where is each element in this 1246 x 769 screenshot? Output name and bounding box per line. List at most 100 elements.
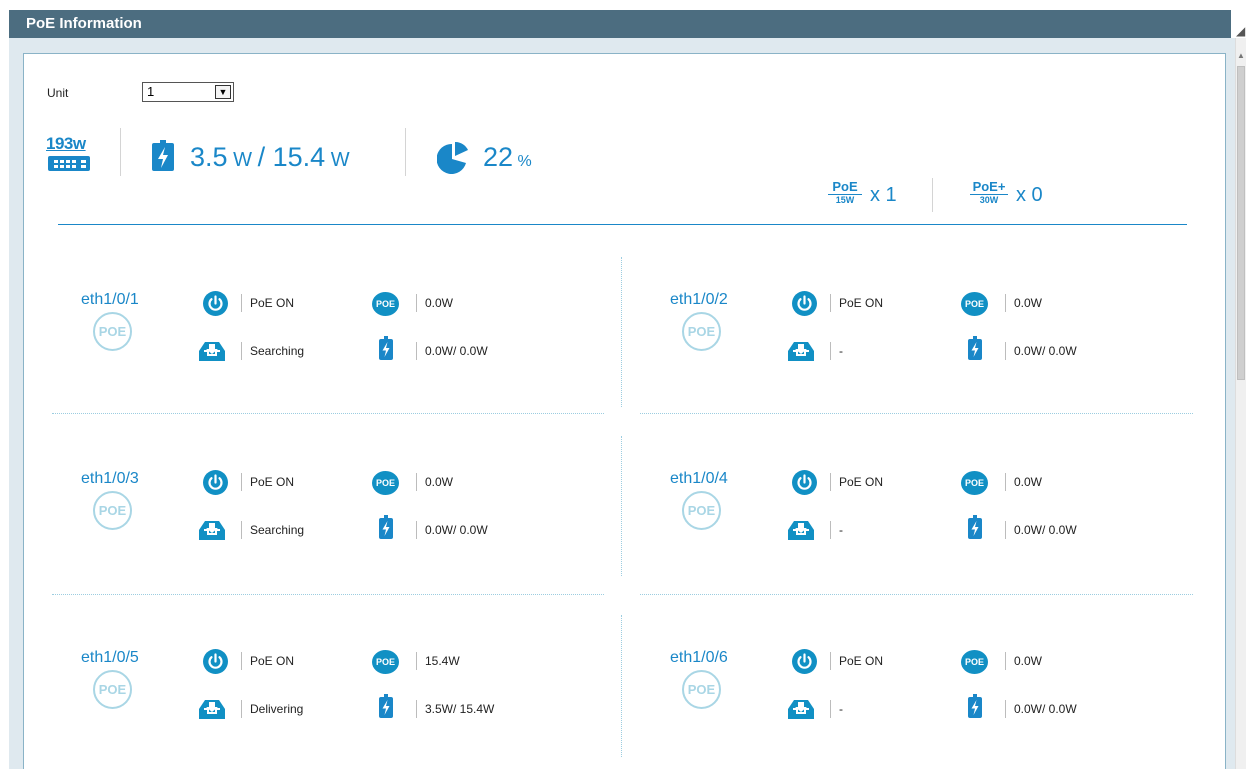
poeplus-class-count: x 0 xyxy=(1016,184,1043,206)
port-name: eth1/0/4 xyxy=(670,470,728,487)
port-card: eth1/0/5 POE PoE ON Delivering POE 15.4W… xyxy=(81,649,621,749)
port-status: PoE ON xyxy=(830,652,883,670)
poe-class-icon: PoE 15W xyxy=(828,180,862,206)
port-divider xyxy=(52,413,604,414)
poe-icon: POE xyxy=(961,292,988,316)
poe-ring-icon: POE xyxy=(93,670,132,709)
battery-icon xyxy=(968,515,982,539)
port-class-power: 0.0W xyxy=(416,473,453,491)
port-name: eth1/0/6 xyxy=(670,649,728,666)
power-separator: / xyxy=(257,142,266,172)
battery-icon xyxy=(379,515,393,539)
port-power-usage: 0.0W/ 0.0W xyxy=(1005,521,1077,539)
port-card: eth1/0/2 POE PoE ON - POE 0.0W 0.0W/ 0.0… xyxy=(670,291,1210,391)
port-name: eth1/0/5 xyxy=(81,649,139,666)
scroll-up-arrow-icon[interactable]: ▲ xyxy=(1237,52,1245,60)
percent-sign: % xyxy=(517,153,532,170)
resize-corner-icon[interactable]: ◢ xyxy=(1236,24,1246,38)
port-power-usage: 0.0W/ 0.0W xyxy=(1005,342,1077,360)
summary-divider xyxy=(58,224,1187,225)
power-icon xyxy=(203,649,228,674)
download-icon xyxy=(199,342,225,361)
port-divider xyxy=(621,436,622,576)
poe-icon: POE xyxy=(961,471,988,495)
port-card: eth1/0/3 POE PoE ON Searching POE 0.0W 0… xyxy=(81,470,621,570)
port-card: eth1/0/6 POE PoE ON - POE 0.0W 0.0W/ 0.0… xyxy=(670,649,1210,749)
usage-percent: 22 % xyxy=(483,142,532,173)
battery-icon xyxy=(379,336,393,360)
budget-value: 193w xyxy=(46,134,86,153)
port-status: PoE ON xyxy=(830,294,883,312)
poe-class-bottom: 15W xyxy=(835,195,855,205)
scroll-thumb[interactable] xyxy=(1237,66,1245,380)
port-status: PoE ON xyxy=(241,473,294,491)
port-name: eth1/0/2 xyxy=(670,291,728,308)
power-icon xyxy=(792,291,817,316)
divider xyxy=(120,128,121,176)
poe-ring-icon: POE xyxy=(93,312,132,351)
port-status: PoE ON xyxy=(241,652,294,670)
power-unit: W xyxy=(233,149,252,171)
power-total: 15.4 xyxy=(272,142,326,172)
port-status: PoE ON xyxy=(241,294,294,312)
usage-percent-value: 22 xyxy=(483,142,514,172)
port-detect-status: - xyxy=(830,700,843,718)
poe-ring-icon: POE xyxy=(93,491,132,530)
port-divider xyxy=(640,413,1193,414)
poe-icon: POE xyxy=(961,650,988,674)
poeplus-class-top: PoE+ xyxy=(970,180,1008,195)
divider xyxy=(932,178,933,212)
port-class-power: 0.0W xyxy=(1005,473,1042,491)
power-icon xyxy=(203,291,228,316)
port-card: eth1/0/4 POE PoE ON - POE 0.0W 0.0W/ 0.0… xyxy=(670,470,1210,570)
power-icon xyxy=(792,470,817,495)
battery-icon xyxy=(968,336,982,360)
unit-select-value: 1 xyxy=(147,84,155,99)
port-detect-status: - xyxy=(830,342,843,360)
port-divider xyxy=(621,615,622,757)
switch-icon xyxy=(48,156,90,171)
download-icon xyxy=(199,700,225,719)
power-total-unit: W xyxy=(330,149,350,171)
port-detect-status: Searching xyxy=(241,521,304,539)
download-icon xyxy=(199,521,225,540)
battery-icon xyxy=(968,694,982,718)
unit-select[interactable]: 1 ▼ xyxy=(142,82,234,102)
poe-ring-icon: POE xyxy=(682,491,721,530)
port-class-power: 0.0W xyxy=(416,294,453,312)
power-usage: 3.5 W / 15.4 W xyxy=(190,142,350,173)
port-status: PoE ON xyxy=(830,473,883,491)
port-card: eth1/0/1 POE PoE ON Searching POE 0.0W 0… xyxy=(81,291,621,391)
power-used: 3.5 xyxy=(190,142,228,172)
port-class-power: 0.0W xyxy=(1005,652,1042,670)
battery-icon xyxy=(152,140,174,171)
port-class-power: 0.0W xyxy=(1005,294,1042,312)
poe-ring-icon: POE xyxy=(682,670,721,709)
panel-title: PoE Information xyxy=(9,10,1231,38)
port-detect-status: Delivering xyxy=(241,700,303,718)
port-detect-status: Searching xyxy=(241,342,304,360)
power-icon xyxy=(203,470,228,495)
poeplus-class-bottom: 30W xyxy=(979,195,999,205)
port-class-power: 15.4W xyxy=(416,652,460,670)
port-name: eth1/0/3 xyxy=(81,470,139,487)
port-power-usage: 0.0W/ 0.0W xyxy=(416,342,488,360)
port-power-usage: 0.0W/ 0.0W xyxy=(416,521,488,539)
pie-icon xyxy=(437,142,468,174)
poe-ring-icon: POE xyxy=(682,312,721,351)
port-power-usage: 3.5W/ 15.4W xyxy=(416,700,494,718)
port-divider xyxy=(621,257,622,407)
download-icon xyxy=(788,700,814,719)
battery-icon xyxy=(379,694,393,718)
chevron-down-icon[interactable]: ▼ xyxy=(215,85,231,99)
poe-icon: POE xyxy=(372,292,399,316)
poeplus-class-icon: PoE+ 30W xyxy=(970,180,1008,206)
divider xyxy=(405,128,406,176)
power-icon xyxy=(792,649,817,674)
poe-icon: POE xyxy=(372,650,399,674)
poe-class-count: x 1 xyxy=(870,184,897,206)
port-divider xyxy=(640,594,1193,595)
download-icon xyxy=(788,521,814,540)
unit-label: Unit xyxy=(47,86,69,100)
port-divider xyxy=(52,594,604,595)
